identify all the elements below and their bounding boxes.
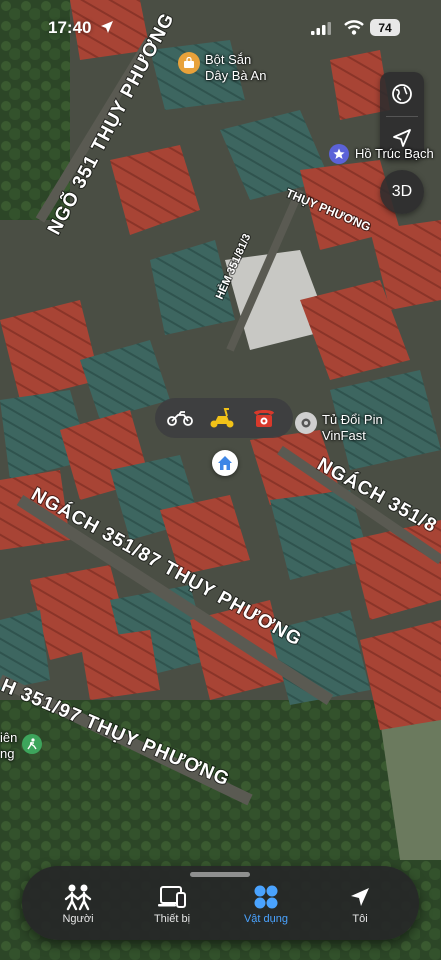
sheet-grabber-handle[interactable] [190,872,250,877]
cellular-signal-icon [311,22,333,40]
tab-me[interactable]: Tôi [314,866,406,940]
house-icon [218,456,232,470]
clock-time: 17:40 [48,18,92,37]
shopping-bag-icon[interactable] [178,52,200,74]
tab-items[interactable]: Vật dụng [220,866,312,940]
tab-label: Thiết bị [153,913,191,925]
3d-toggle-button[interactable]: 3D [380,170,424,214]
home-location-pin[interactable] [212,450,238,476]
devices-icon [157,882,187,912]
star-icon[interactable] [329,144,349,164]
location-arrow-icon [345,882,375,912]
poi-label-vinfast[interactable]: Tủ Đổi Pin VinFast [322,412,383,444]
people-icon [63,882,93,912]
globe-icon [392,84,412,104]
items-icon [251,882,281,912]
map-type-button[interactable] [380,72,424,116]
poi-label-park[interactable]: iên ng [0,730,17,762]
park-icon[interactable] [22,734,42,754]
item-cluster[interactable] [155,398,293,438]
battery-indicator: 74 [370,19,400,36]
battery-swap-icon[interactable] [295,412,317,434]
location-arrow-icon [393,129,411,147]
telephone-icon[interactable] [249,404,279,432]
location-services-icon [100,20,114,39]
satellite-map[interactable]: NGÕ 351 THỤY PHƯƠNG THỤY PHƯƠNG HẺM 351/… [0,0,441,960]
tab-label: Vật dụng [243,913,289,925]
poi-label-bot-san[interactable]: Bột Sắn Dây Bà An [205,52,266,84]
bottom-tab-bar: Người Thiết bị Vật dụng Tôi [22,866,419,940]
tab-label: Tôi [352,913,368,925]
tab-label: Người [62,913,94,925]
scooter-icon[interactable] [207,404,237,432]
tab-people[interactable]: Người [32,866,124,940]
status-bar: 17:40 74 [0,0,441,56]
motorbike-icon[interactable] [165,404,195,432]
poi-label-ho-truc-bach[interactable]: Hồ Trúc Bạch [355,146,434,162]
tab-devices[interactable]: Thiết bị [126,866,218,940]
wifi-icon [344,20,364,40]
